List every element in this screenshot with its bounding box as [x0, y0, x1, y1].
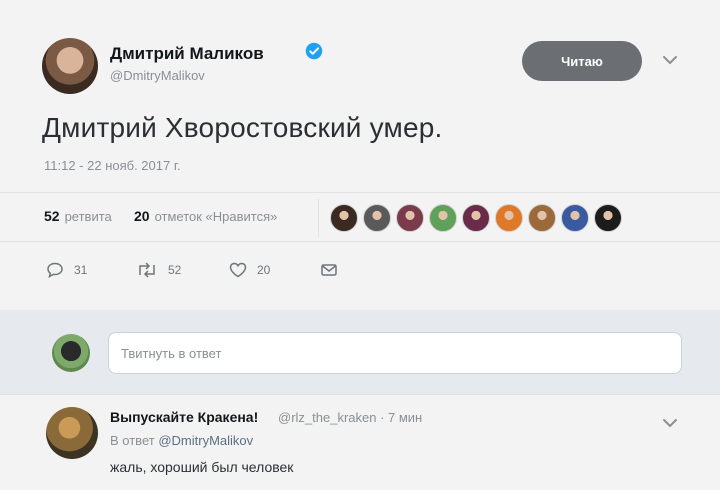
tweet-card: Дмитрий Маликов @DmitryMalikov Читаю Дми…	[0, 0, 720, 310]
verified-badge-icon	[305, 42, 323, 60]
reply-text: жаль, хороший был человек	[110, 459, 294, 475]
reply-composer	[0, 312, 720, 394]
liker-avatar[interactable]	[363, 204, 391, 232]
liker-avatar[interactable]	[396, 204, 424, 232]
retweet-count: 52	[168, 263, 182, 277]
chevron-down-icon[interactable]	[662, 54, 678, 66]
reply-author-avatar[interactable]	[46, 407, 98, 459]
liker-avatar[interactable]	[528, 204, 556, 232]
like-action[interactable]: 20	[229, 262, 270, 278]
reply-action[interactable]: 31	[46, 262, 87, 278]
liker-avatar[interactable]	[462, 204, 490, 232]
liker-avatar[interactable]	[495, 204, 523, 232]
reply-count: 31	[74, 263, 88, 277]
tweet-actions: 31 52 20	[0, 258, 720, 288]
retweet-action[interactable]: 52	[136, 262, 181, 278]
likes-label: отметок «Нравится»	[154, 209, 278, 224]
envelope-icon	[321, 264, 337, 276]
direct-message-action[interactable]	[320, 262, 348, 278]
tweet-timestamp[interactable]: 11:12 - 22 нояб. 2017 г.	[44, 158, 181, 173]
tweet-text: Дмитрий Хворостовский умер.	[42, 112, 443, 143]
retweet-icon	[139, 262, 155, 278]
author-handle[interactable]: @DmitryMalikov	[110, 68, 205, 83]
liker-avatar[interactable]	[330, 204, 358, 232]
chevron-down-icon[interactable]	[662, 417, 678, 429]
retweets-stat[interactable]: 52 ретвита	[44, 208, 112, 224]
reply-tweet[interactable]: Выпускайте Кракена! @rlz_the_kraken · 7 …	[0, 394, 720, 490]
likes-stat[interactable]: 20 отметок «Нравится»	[134, 208, 277, 224]
reply-icon	[47, 262, 63, 278]
liker-avatar[interactable]	[594, 204, 622, 232]
retweets-count: 52	[44, 208, 60, 224]
in-reply-handle[interactable]: @DmitryMalikov	[158, 433, 253, 448]
liker-avatar[interactable]	[561, 204, 589, 232]
heart-icon	[229, 262, 247, 278]
reply-input[interactable]	[108, 332, 682, 374]
author-name[interactable]: Дмитрий Маликов	[110, 44, 264, 64]
in-reply-to: В ответ @DmitryMalikov	[110, 433, 253, 448]
reply-meta[interactable]: @rlz_the_kraken · 7 мин	[278, 410, 422, 425]
stats-row: 52 ретвита 20 отметок «Нравится»	[0, 192, 720, 242]
likes-count: 20	[134, 208, 150, 224]
liker-avatars	[330, 204, 627, 232]
reply-author-name[interactable]: Выпускайте Кракена!	[110, 409, 258, 425]
current-user-avatar[interactable]	[52, 334, 90, 372]
retweets-label: ретвита	[64, 209, 112, 224]
author-avatar[interactable]	[42, 38, 98, 94]
in-reply-prefix: В ответ	[110, 433, 155, 448]
like-count: 20	[257, 263, 271, 277]
stats-divider	[318, 199, 319, 237]
following-button[interactable]: Читаю	[522, 41, 642, 81]
liker-avatar[interactable]	[429, 204, 457, 232]
